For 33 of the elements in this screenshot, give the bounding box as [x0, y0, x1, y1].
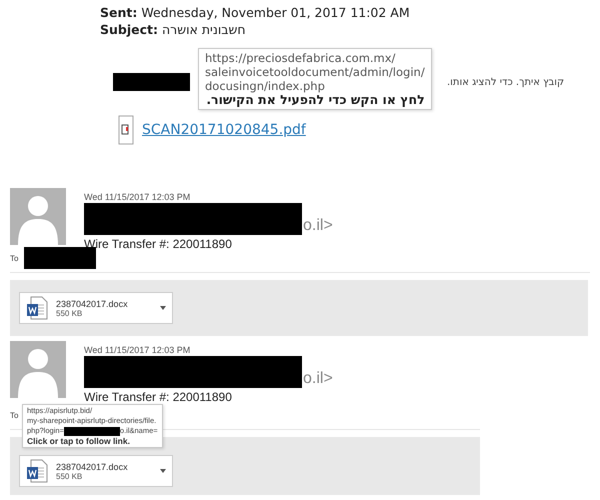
attachment-link[interactable]: SCAN20171020845.pdf	[142, 122, 306, 138]
sender-address: o.il>	[303, 217, 333, 235]
attachment-name: 2387042017.docx	[56, 298, 129, 308]
to-label: To	[10, 254, 18, 262]
redaction-bar	[64, 426, 120, 436]
tooltip-hint: לחץ או הקש כדי להפעיל את הקישור.	[206, 93, 425, 107]
message-date: Wed 11/15/2017 12:03 PM	[84, 345, 192, 355]
attachment-card[interactable]: 2387042017.docx 550 KB	[19, 455, 173, 487]
word-file-icon	[26, 296, 48, 320]
to-label: To	[10, 410, 18, 420]
caret-icon[interactable]	[160, 469, 166, 473]
attachment-card[interactable]: 2387042017.docx 550 KB	[19, 292, 173, 324]
body-text: קובץ איתך. כדי להציג אותו.	[447, 76, 564, 88]
header-label: Sent:	[100, 5, 138, 20]
sender-address: o.il>	[303, 370, 333, 388]
message-subject: Wire Transfer #: 220011890	[84, 237, 233, 251]
tooltip-url: saleinvoicetooldocument/admin/login/	[205, 65, 425, 79]
tooltip-hint: Click or tap to follow link.	[27, 436, 131, 446]
pdf-file-icon	[118, 115, 134, 145]
tooltip-url: https://preciosdefabrica.com.mx/	[205, 51, 396, 65]
tooltip-url: docusingn/index.php	[205, 79, 326, 93]
avatar-icon	[10, 188, 66, 245]
attachment-size: 550 KB	[56, 472, 84, 480]
message-date: Wed 11/15/2017 12:03 PM	[84, 192, 192, 202]
message-subject: Wire Transfer #: 220011890	[84, 390, 233, 404]
caret-icon[interactable]	[160, 306, 166, 310]
word-file-icon	[26, 459, 48, 483]
header-label: Subject:	[100, 22, 158, 37]
avatar-icon	[10, 341, 66, 398]
header-value: חשבונית אושרה	[162, 22, 246, 37]
header-value: Wednesday, November 01, 2017 11:02 AM	[141, 5, 410, 20]
attachment-name: 2387042017.docx	[56, 462, 129, 472]
attachment-size: 550 KB	[56, 308, 84, 318]
